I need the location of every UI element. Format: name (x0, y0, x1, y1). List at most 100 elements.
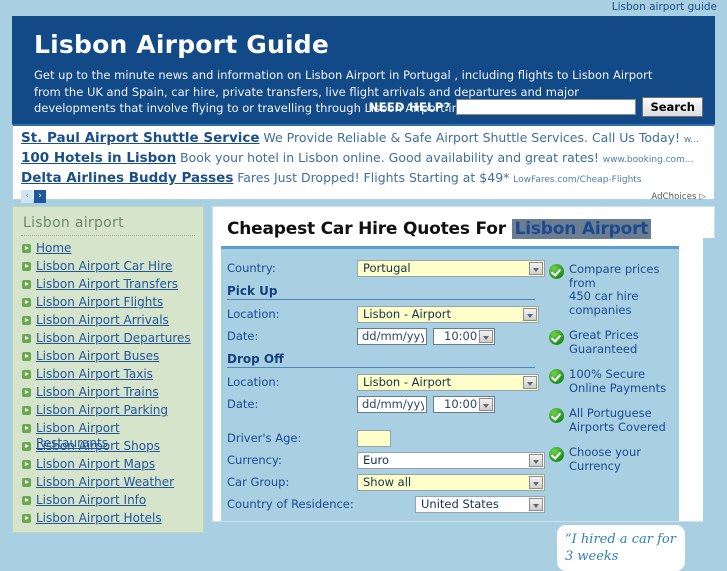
drivers-age-input[interactable] (357, 429, 391, 447)
sidebar-item-hotels[interactable]: Lisbon Airport Hotels (19, 510, 197, 528)
ads-pager: ‹ › (21, 190, 46, 203)
field-dropoff-date: Date: 10:00 (227, 393, 545, 415)
dropoff-datetime: 10:00 (357, 395, 495, 413)
currency-select[interactable]: Euro (357, 451, 545, 469)
residence-select[interactable]: United States (415, 495, 545, 513)
sidebar-item-buses[interactable]: Lisbon Airport Buses (19, 348, 197, 366)
pickup-date-input[interactable] (357, 327, 427, 345)
arrow-bullet-icon (22, 370, 31, 379)
ad-title[interactable]: 100 Hotels in Lisbon (21, 150, 176, 166)
chevron-down-icon[interactable] (523, 307, 537, 321)
adchoices-link[interactable]: AdChoices ▷ (651, 192, 706, 202)
chevron-down-icon[interactable] (479, 397, 493, 411)
testimonial-bubble: “I hired a car for 3 weeks (557, 525, 685, 571)
benefit-item: Choose your Currency (549, 445, 673, 473)
sidebar-item-label: Lisbon Airport Car Hire (36, 259, 173, 273)
benefit-line-1: Compare prices from (569, 262, 660, 290)
pickup-time-select[interactable]: 10:00 (433, 327, 495, 345)
main-content: Cheapest Car Hire Quotes For Lisbon Airp… (212, 206, 715, 571)
dropoff-location-select[interactable]: Lisbon - Airport (357, 373, 539, 391)
car-group-select[interactable]: Show all (357, 473, 545, 491)
arrow-bullet-icon (22, 496, 31, 505)
sidebar-item-car-hire[interactable]: Lisbon Airport Car Hire (19, 258, 197, 276)
sidebar-item-label: Lisbon Airport Shops (36, 439, 160, 453)
benefit-line-2: Guaranteed (569, 341, 638, 356)
right-gutter (703, 238, 727, 545)
sidebar-item-label: Lisbon Airport Weather (36, 475, 175, 489)
ad-title[interactable]: St. Paul Airport Shuttle Service (21, 130, 260, 146)
benefit-item: 100% Secure Online Payments (549, 367, 673, 395)
arrow-bullet-icon (22, 478, 31, 487)
sidebar-divider (21, 235, 195, 236)
ad-item[interactable]: 100 Hotels in Lisbon Book your hotel in … (21, 149, 706, 169)
arrow-bullet-icon (22, 460, 31, 469)
sidebar-item-home[interactable]: Home (19, 240, 197, 258)
pickup-date-label: Date: (227, 329, 259, 343)
search-button[interactable]: Search (642, 97, 703, 117)
pickup-datetime: 10:00 (357, 327, 495, 345)
ad-item[interactable]: St. Paul Airport Shuttle Service We Prov… (21, 129, 706, 149)
field-dropoff-location: Location: Lisbon - Airport (227, 371, 545, 393)
dropoff-date-input[interactable] (357, 395, 427, 413)
check-circle-icon (549, 447, 564, 462)
car-group-label: Car Group: (227, 475, 290, 489)
sidebar-item-arrivals[interactable]: Lisbon Airport Arrivals (19, 312, 197, 330)
chevron-down-icon[interactable] (529, 497, 543, 511)
ad-item[interactable]: Delta Airlines Buddy Passes Fares Just D… (21, 169, 706, 189)
drivers-age-label: Driver's Age: (227, 431, 302, 445)
ad-title[interactable]: Delta Airlines Buddy Passes (21, 170, 233, 186)
dropoff-time-value: 10:00 (444, 396, 478, 411)
sidebar-item-restaurants[interactable]: Lisbon Airport Restaurants (19, 420, 197, 450)
top-strip: Lisbon airport guide (0, 0, 727, 16)
arrow-bullet-icon (22, 352, 31, 361)
chevron-down-icon[interactable] (529, 453, 543, 467)
ad-url[interactable]: LowFares.com/Cheap-Flights (513, 175, 641, 185)
sidebar: Lisbon airport Home Lisbon Airport Car H… (12, 206, 204, 533)
sidebar-item-taxis[interactable]: Lisbon Airport Taxis (19, 366, 197, 384)
ad-url[interactable]: w... (684, 135, 699, 145)
booking-form: Country: Portugal Pick Up Location: Lisb… (227, 257, 545, 515)
arrow-bullet-icon (22, 262, 31, 271)
chevron-down-icon[interactable] (523, 375, 537, 389)
field-drivers-age: Driver's Age: (227, 427, 545, 449)
sidebar-item-label: Lisbon Airport Info (36, 493, 147, 507)
arrow-bullet-icon (22, 298, 31, 307)
sidebar-item-departures[interactable]: Lisbon Airport Departures (19, 330, 197, 348)
sidebar-item-flights[interactable]: Lisbon Airport Flights (19, 294, 197, 312)
benefit-line-1: Choose your (569, 445, 641, 459)
sidebar-item-shops[interactable]: Lisbon Airport Shops (19, 438, 197, 456)
widget-title-plain: Cheapest Car Hire Quotes For (227, 219, 512, 239)
country-select[interactable]: Portugal (357, 259, 545, 277)
sidebar-item-transfers[interactable]: Lisbon Airport Transfers (19, 276, 197, 294)
sidebar-item-info[interactable]: Lisbon Airport Info (19, 492, 197, 510)
check-circle-icon (549, 264, 564, 279)
sidebar-item-parking[interactable]: Lisbon Airport Parking (19, 402, 197, 420)
chevron-down-icon[interactable] (529, 475, 543, 489)
chevron-left-icon[interactable]: ‹ (21, 190, 33, 203)
form-spacer (227, 415, 545, 427)
chevron-right-icon[interactable]: › (34, 190, 46, 203)
top-guide-link[interactable]: Lisbon airport guide (612, 1, 717, 13)
search-input[interactable] (456, 99, 637, 115)
ad-url[interactable]: www.booking.com... (603, 155, 694, 165)
chevron-down-icon[interactable] (529, 261, 543, 275)
benefit-text: All Portuguese Airports Covered (569, 406, 666, 434)
benefit-text: Compare prices from 450 car hire companie… (569, 262, 673, 317)
sidebar-item-label: Lisbon Airport Taxis (36, 367, 153, 381)
sidebar-item-trains[interactable]: Lisbon Airport Trains (19, 384, 197, 402)
field-country-of-residence: Country of Residence: United States (227, 493, 545, 515)
arrow-bullet-icon (22, 280, 31, 289)
car-hire-widget: Cheapest Car Hire Quotes For Lisbon Airp… (221, 213, 685, 571)
dropoff-time-select[interactable]: 10:00 (433, 395, 495, 413)
widget-title: Cheapest Car Hire Quotes For Lisbon Airp… (227, 219, 679, 239)
chevron-down-icon[interactable] (479, 329, 493, 343)
sidebar-item-maps[interactable]: Lisbon Airport Maps (19, 456, 197, 474)
arrow-bullet-icon (22, 244, 31, 253)
sidebar-item-weather[interactable]: Lisbon Airport Weather (19, 474, 197, 492)
benefit-line-1: All Portuguese (569, 406, 652, 420)
dropoff-location-value: Lisbon - Airport (363, 375, 452, 389)
sidebar-item-label: Lisbon Airport Parking (36, 403, 169, 417)
pickup-location-select[interactable]: Lisbon - Airport (357, 305, 539, 323)
benefit-text: Great Prices Guaranteed (569, 328, 639, 356)
field-pickup-location: Location: Lisbon - Airport (227, 303, 545, 325)
